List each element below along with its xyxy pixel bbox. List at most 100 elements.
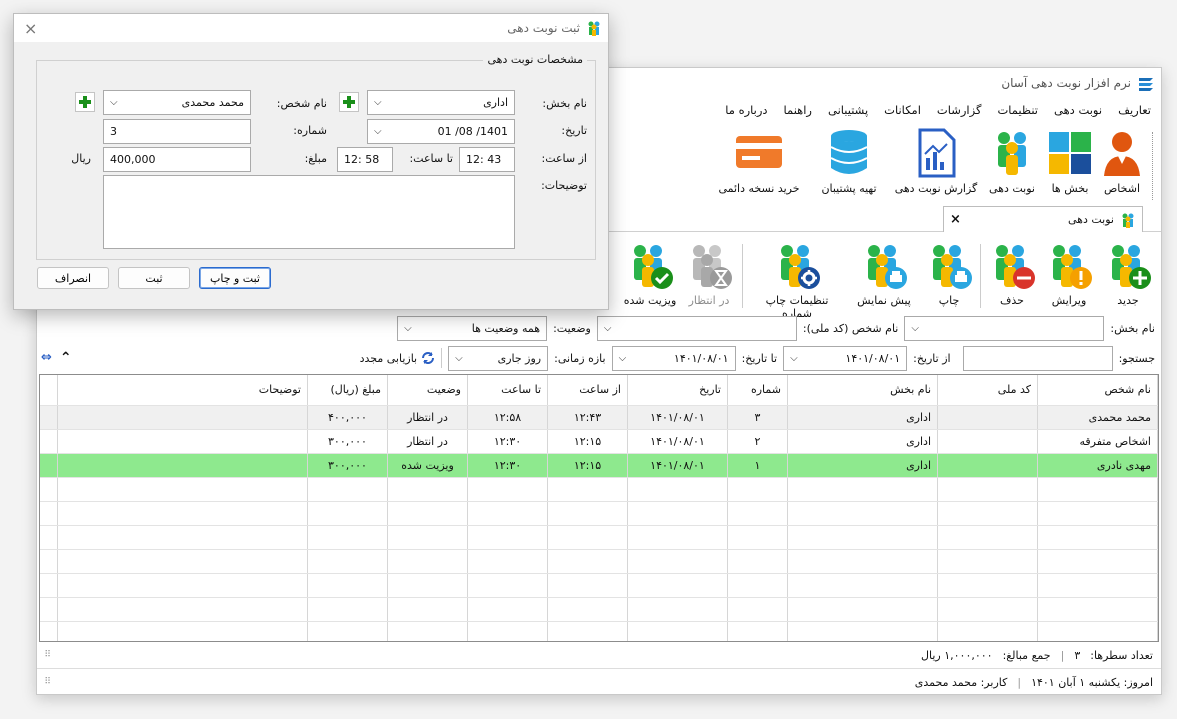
range-combo[interactable]: روز جاری ⌵	[448, 345, 549, 371]
resize-grip-icon[interactable]: ⠿	[40, 650, 51, 660]
cell-date: ۱۴۰۱/۰۸/۰۱	[627, 453, 728, 478]
ribbon-report-button[interactable]: گزارش نوبت دهی	[891, 128, 981, 195]
row-count-label: تعداد سطرها:	[1090, 648, 1153, 662]
dialog-section-combo[interactable]: اداری ⌵	[367, 90, 515, 115]
menu-help[interactable]: راهنما	[784, 103, 812, 117]
reload-button[interactable]: بازیابی مجدد	[360, 351, 436, 365]
col-header-section[interactable]: نام بخش	[787, 375, 938, 406]
cell-from: ۱۲:۱۵	[547, 429, 628, 454]
collapse-up-icon[interactable]: ⌃	[60, 350, 72, 366]
menu-tools[interactable]: امکانات	[884, 103, 921, 117]
section-filter-combo[interactable]: ⌵	[904, 315, 1105, 341]
search-label: جستجو:	[1118, 351, 1155, 365]
preview-button-label: پیش نمایش	[857, 294, 911, 307]
col-header-date[interactable]: تاریخ	[627, 375, 728, 406]
cell-name: اشخاص متفرقه	[1037, 429, 1158, 454]
dialog-person-combo[interactable]: محمد محمدی ⌵	[103, 90, 251, 115]
save-print-button[interactable]: ثبت و چاپ	[199, 267, 271, 289]
chevron-down-icon: ⌵	[455, 352, 463, 364]
add-section-button[interactable]	[339, 92, 359, 112]
dialog-close-icon[interactable]: ×	[24, 19, 37, 38]
tab-close-icon[interactable]: ×	[950, 212, 961, 227]
dialog-titlebar: ثبت نوبت دهی ×	[14, 14, 608, 42]
from-date-picker[interactable]: ۱۴۰۱/۰۸/۰۱ ⌵	[783, 345, 908, 371]
empty-row	[40, 501, 1158, 526]
dialog-desc-textarea[interactable]	[103, 175, 515, 249]
cell-amount: ۳۰۰,۰۰۰	[307, 453, 388, 478]
add-person-button[interactable]	[75, 92, 95, 112]
ribbon-persons-label: اشخاص	[1103, 182, 1141, 195]
menu-about[interactable]: درباره ما	[725, 103, 767, 117]
save-button[interactable]: ثبت	[118, 267, 190, 289]
col-header-number[interactable]: شماره	[727, 375, 788, 406]
waiting-button-label: در انتظار	[688, 294, 730, 307]
waiting-button[interactable]: در انتظار	[681, 242, 737, 307]
col-header-status[interactable]: وضعیت	[387, 375, 468, 406]
ribbon-sections-button[interactable]: بخش ها	[1045, 128, 1095, 195]
col-header-from[interactable]: از ساعت	[547, 375, 628, 406]
table-row[interactable]: اشخاص متفرقه اداری ۲ ۱۴۰۱/۰۸/۰۱ ۱۲:۱۵ ۱۲…	[40, 429, 1158, 454]
cell-date: ۱۴۰۱/۰۸/۰۱	[627, 405, 728, 430]
toolbar-separator	[980, 244, 981, 308]
sum-value: ۱,۰۰۰,۰۰۰ ریال	[921, 648, 993, 662]
preview-button[interactable]: پیش نمایش	[851, 242, 917, 307]
ribbon-buy-button[interactable]: خرید نسخه دائمی	[709, 128, 809, 195]
tab-appointment[interactable]: نوبت دهی ×	[943, 206, 1143, 232]
ribbon-appointment-button[interactable]: نوبت دهی	[985, 128, 1039, 195]
chevron-down-icon: ⌵	[404, 322, 412, 334]
col-header-national-id[interactable]: کد ملی	[937, 375, 1038, 406]
print-settings-button[interactable]: تنظیمات چاپ شماره	[749, 242, 845, 320]
status-filter-combo[interactable]: همه وضعیت ها ⌵	[397, 315, 548, 341]
table-row[interactable]: مهدی نادری اداری ۱ ۱۴۰۱/۰۸/۰۱ ۱۲:۱۵ ۱۲:۳…	[40, 453, 1158, 478]
range-value: روز جاری	[497, 351, 542, 365]
menu-reports[interactable]: گزارشات	[937, 103, 982, 117]
dialog-to-time[interactable]: 12: 58	[337, 147, 393, 172]
group-title: مشخصات نوبت دهی	[483, 53, 587, 66]
dialog-date-picker[interactable]: 1401/ 08/ 01 ⌵	[367, 119, 515, 144]
settings-gear-icon	[781, 245, 820, 289]
cell-status: ویزیت شده	[387, 453, 468, 478]
col-header-indicator	[40, 375, 58, 406]
filter-row-1: نام بخش: ⌵ نام شخص (کد ملی): ⌵ وضعیت: هم…	[397, 314, 1155, 342]
cancel-button[interactable]: انصراف	[37, 267, 109, 289]
menu-definitions[interactable]: تعاریف	[1118, 103, 1151, 117]
edit-button[interactable]: ویرایش	[1041, 242, 1097, 307]
add-people-icon	[1112, 245, 1151, 289]
menu-settings[interactable]: تنظیمات	[997, 103, 1038, 117]
menu-appointment[interactable]: نوبت دهی	[1054, 103, 1102, 117]
to-date-picker[interactable]: ۱۴۰۱/۰۸/۰۱ ⌵	[611, 345, 736, 371]
col-header-amount[interactable]: مبلغ (ریال)	[307, 375, 388, 406]
print-button[interactable]: چاپ	[923, 242, 975, 307]
col-header-to[interactable]: تا ساعت	[467, 375, 548, 406]
search-input[interactable]	[962, 345, 1113, 371]
expand-arrows-icon[interactable]: ⇔	[41, 350, 52, 366]
sum-label: جمع مبالغ:	[1002, 648, 1051, 662]
window-resize-grip-icon[interactable]: ⠿	[40, 677, 51, 687]
cell-amount: ۳۰۰,۰۰۰	[307, 429, 388, 454]
print-button-label: چاپ	[938, 294, 960, 307]
chevron-down-icon: ⌵	[374, 97, 382, 108]
dialog-number-input[interactable]: 3	[103, 119, 251, 144]
dialog-number-label: شماره:	[293, 124, 327, 137]
person-filter-combo[interactable]: ⌵	[596, 315, 797, 341]
today-text: امروز: یکشنبه ۱ آبان ۱۴۰۱	[1031, 675, 1153, 689]
cell-date: ۱۴۰۱/۰۸/۰۱	[627, 429, 728, 454]
reload-label: بازیابی مجدد	[359, 351, 418, 365]
dialog-amount-input[interactable]: 400,000	[103, 147, 251, 172]
dialog-from-time[interactable]: 12: 43	[459, 147, 515, 172]
table-row[interactable]: محمد محمدی اداری ۳ ۱۴۰۱/۰۸/۰۱ ۱۲:۴۳ ۱۲:۵…	[40, 405, 1158, 430]
menu-support[interactable]: پشتیبانی	[828, 103, 868, 117]
col-header-name[interactable]: نام شخص	[1037, 375, 1158, 406]
visited-button[interactable]: ویزیت شده	[621, 242, 679, 307]
col-header-desc[interactable]: توضیحات	[57, 375, 308, 406]
ribbon-persons-button[interactable]: اشخاص	[1099, 128, 1145, 195]
ribbon-backup-button[interactable]: تهیه پشتیبان	[813, 128, 885, 195]
new-button[interactable]: جدید	[1103, 242, 1153, 307]
dialog-title: ثبت نوبت دهی	[507, 21, 580, 35]
dialog-section-label: نام بخش:	[542, 97, 587, 110]
delete-button[interactable]: حذف	[987, 242, 1037, 307]
tab-appointment-label: نوبت دهی	[1068, 213, 1114, 226]
edit-button-label: ویرایش	[1051, 294, 1087, 307]
cell-section: اداری	[787, 429, 938, 454]
chevron-down-icon: ⌵	[618, 352, 627, 364]
